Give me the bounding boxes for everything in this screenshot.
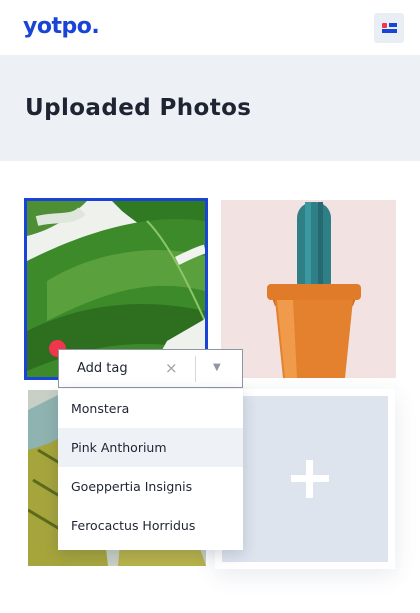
tag-options-menu: Monstera Pink Anthorium Goeppertia Insig… [58, 389, 243, 550]
tag-option[interactable]: Ferocactus Horridus [58, 506, 243, 545]
menu-icon-bar [382, 29, 397, 33]
chevron-down-icon[interactable]: ▼ [213, 362, 221, 373]
yotpo-logo[interactable]: yotpo. [23, 14, 100, 39]
clear-icon[interactable]: × [165, 359, 178, 377]
title-band: Uploaded Photos [0, 55, 420, 161]
add-photo-placeholder [222, 396, 388, 562]
cactus-photo-image [221, 200, 396, 378]
menu-button[interactable] [374, 13, 404, 43]
tag-option[interactable]: Pink Anthorium [58, 428, 243, 467]
photo-tile-cactus[interactable] [221, 200, 396, 378]
tag-input-placeholder[interactable]: Add tag [77, 361, 128, 376]
top-header: yotpo. [0, 0, 420, 55]
select-divider [195, 356, 196, 382]
plus-icon [306, 460, 313, 498]
menu-icon-bar [389, 23, 397, 27]
tag-select[interactable]: Add tag × ▼ [58, 349, 243, 388]
tag-option[interactable]: Goeppertia Insignis [58, 467, 243, 506]
menu-icon-dot [382, 23, 387, 28]
tag-option[interactable]: Monstera [58, 389, 243, 428]
page-title: Uploaded Photos [25, 95, 252, 121]
